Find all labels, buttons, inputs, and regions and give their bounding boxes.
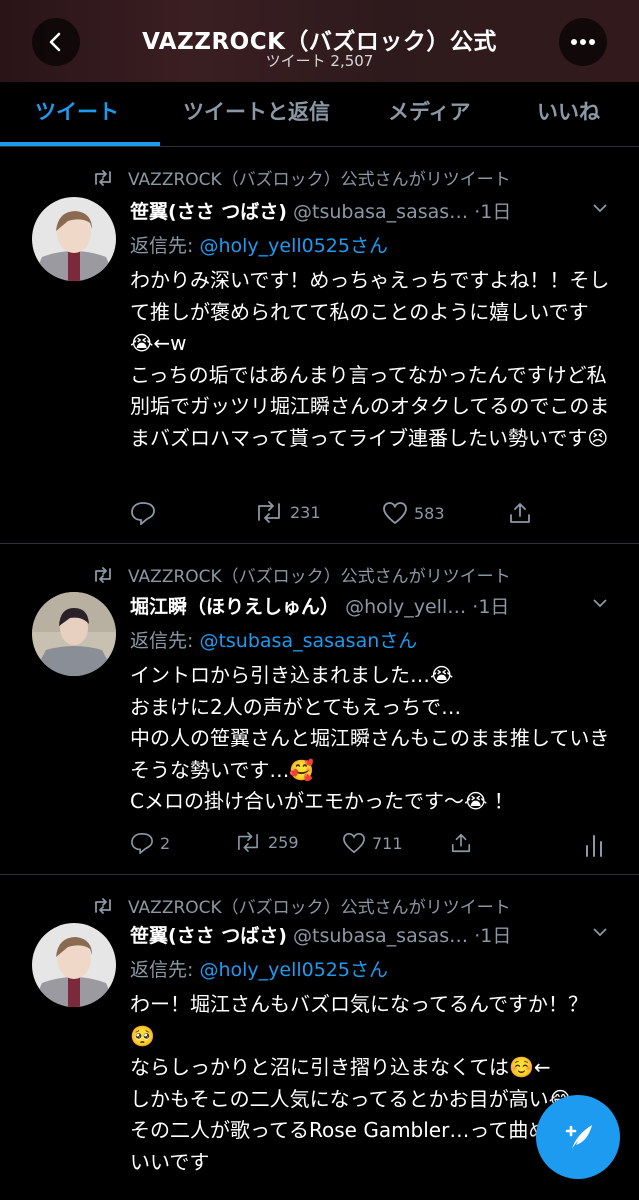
- tab-tweets-replies[interactable]: ツイートと返信: [183, 96, 330, 126]
- like-count: 711: [372, 833, 403, 853]
- retweet-context: VAZZROCK（バズロック）公式さんがリツイート: [92, 562, 511, 587]
- chevron-down-icon[interactable]: [592, 927, 608, 937]
- retweet-button[interactable]: 231: [254, 501, 321, 523]
- author-name[interactable]: 笹翼(ささ つばさ): [130, 201, 287, 223]
- tab-tweets[interactable]: ツイート: [35, 96, 119, 126]
- retweet-context: VAZZROCK（バズロック）公式さんがリツイート: [92, 165, 511, 190]
- tweet-text: わかりみ深いです！めっちゃえっちですよね！！そして推しが褒められてて私のことのよ…: [130, 268, 610, 450]
- profile-tabs: ツイート ツイートと返信 メディア いいね: [0, 82, 639, 147]
- avatar-image: [32, 197, 116, 281]
- retweet-count: 259: [268, 832, 299, 852]
- tab-media[interactable]: メディア: [388, 96, 471, 126]
- like-button[interactable]: 583: [382, 501, 445, 525]
- chevron-down-icon[interactable]: [592, 203, 608, 213]
- retweet-icon: [95, 169, 111, 186]
- retweet-icon: [95, 566, 111, 583]
- share-icon: [510, 503, 530, 523]
- avatar[interactable]: [32, 197, 116, 281]
- reply-prefix: 返信先:: [130, 630, 200, 652]
- avatar[interactable]: [32, 592, 116, 676]
- reply-context: 返信先: @holy_yell0525さん: [130, 231, 388, 258]
- tweet-item[interactable]: VAZZROCK（バズロック）公式さんがリツイート 笹翼(ささ つばさ) @ts…: [0, 147, 639, 544]
- reply-button[interactable]: 2: [130, 832, 170, 854]
- heart-icon: [343, 833, 365, 854]
- more-button[interactable]: [559, 18, 607, 66]
- tweet-time: ·1日: [474, 201, 512, 223]
- tweet-actions: 2 259 711: [130, 832, 610, 862]
- analytics-button[interactable]: [584, 832, 604, 858]
- retweet-count: 231: [290, 502, 321, 522]
- tweet-time: ·1日: [474, 925, 512, 947]
- retweet-context: VAZZROCK（バズロック）公式さんがリツイート: [92, 893, 511, 918]
- reply-mention[interactable]: @tsubasa_sasasanさん: [199, 630, 417, 652]
- avatar-image: [32, 923, 116, 1007]
- tweet-time: ·1日: [472, 596, 510, 618]
- reply-prefix: 返信先:: [130, 235, 200, 257]
- share-button[interactable]: [508, 501, 532, 525]
- compose-feather-icon: [565, 1125, 592, 1149]
- reply-count: 2: [160, 833, 171, 853]
- reply-icon: [131, 502, 155, 525]
- reply-mention[interactable]: @holy_yell0525さん: [199, 235, 388, 257]
- reply-icon: [131, 833, 153, 854]
- reply-button[interactable]: [130, 501, 162, 525]
- avatar[interactable]: [32, 923, 116, 1007]
- active-tab-indicator: [0, 142, 160, 146]
- avatar-image: [32, 592, 116, 676]
- author-handle[interactable]: @tsubasa_sasas…: [293, 925, 468, 947]
- author-line: 笹翼(ささ つばさ) @tsubasa_sasas… ·1日: [130, 921, 511, 948]
- retweet-icon: [258, 501, 280, 523]
- author-line: 堀江瞬（ほりえしゅん） @holy_yell… ·1日: [130, 592, 509, 619]
- tweet-count: ツイート 2,507: [265, 52, 374, 70]
- retweet-label: VAZZROCK（バズロック）公式さんがリツイート: [128, 898, 511, 918]
- like-count: 583: [414, 503, 445, 523]
- reply-context: 返信先: @holy_yell0525さん: [130, 955, 388, 982]
- profile-header: VAZZROCK（バズロック）公式 ツイート 2,507: [0, 0, 639, 82]
- share-icon: [451, 833, 471, 853]
- reply-mention[interactable]: @holy_yell0525さん: [199, 959, 388, 981]
- author-handle[interactable]: @tsubasa_sasas…: [293, 201, 468, 223]
- share-button[interactable]: [450, 832, 472, 854]
- analytics-icon: [586, 835, 602, 857]
- retweet-icon: [95, 897, 111, 914]
- author-name[interactable]: 堀江瞬（ほりえしゅん）: [130, 596, 339, 618]
- tweet-actions: 231 583: [130, 501, 610, 531]
- tab-likes[interactable]: いいね: [537, 96, 600, 126]
- heart-icon: [383, 502, 407, 525]
- author-line: 笹翼(ささ つばさ) @tsubasa_sasas… ·1日: [130, 197, 511, 224]
- tweet-text: イントロから引き込まれました…😭 おまけに2人の声がとてもえっちで… 中の人の笹…: [130, 663, 610, 813]
- reply-prefix: 返信先:: [130, 959, 200, 981]
- retweet-button[interactable]: 259: [234, 832, 299, 852]
- chevron-down-icon[interactable]: [592, 598, 608, 608]
- retweet-label: VAZZROCK（バズロック）公式さんがリツイート: [128, 170, 511, 190]
- tweet-item[interactable]: VAZZROCK（バズロック）公式さんがリツイート 堀江瞬（ほりえしゅん） @h…: [0, 544, 639, 875]
- compose-tweet-button[interactable]: [536, 1095, 620, 1179]
- author-name[interactable]: 笹翼(ささ つばさ): [130, 925, 287, 947]
- retweet-icon: [238, 832, 258, 852]
- more-icon: [571, 39, 595, 45]
- retweet-label: VAZZROCK（バズロック）公式さんがリツイート: [128, 567, 511, 587]
- like-button[interactable]: 711: [342, 832, 403, 854]
- author-handle[interactable]: @holy_yell…: [345, 596, 466, 618]
- reply-context: 返信先: @tsubasa_sasasanさん: [130, 626, 417, 653]
